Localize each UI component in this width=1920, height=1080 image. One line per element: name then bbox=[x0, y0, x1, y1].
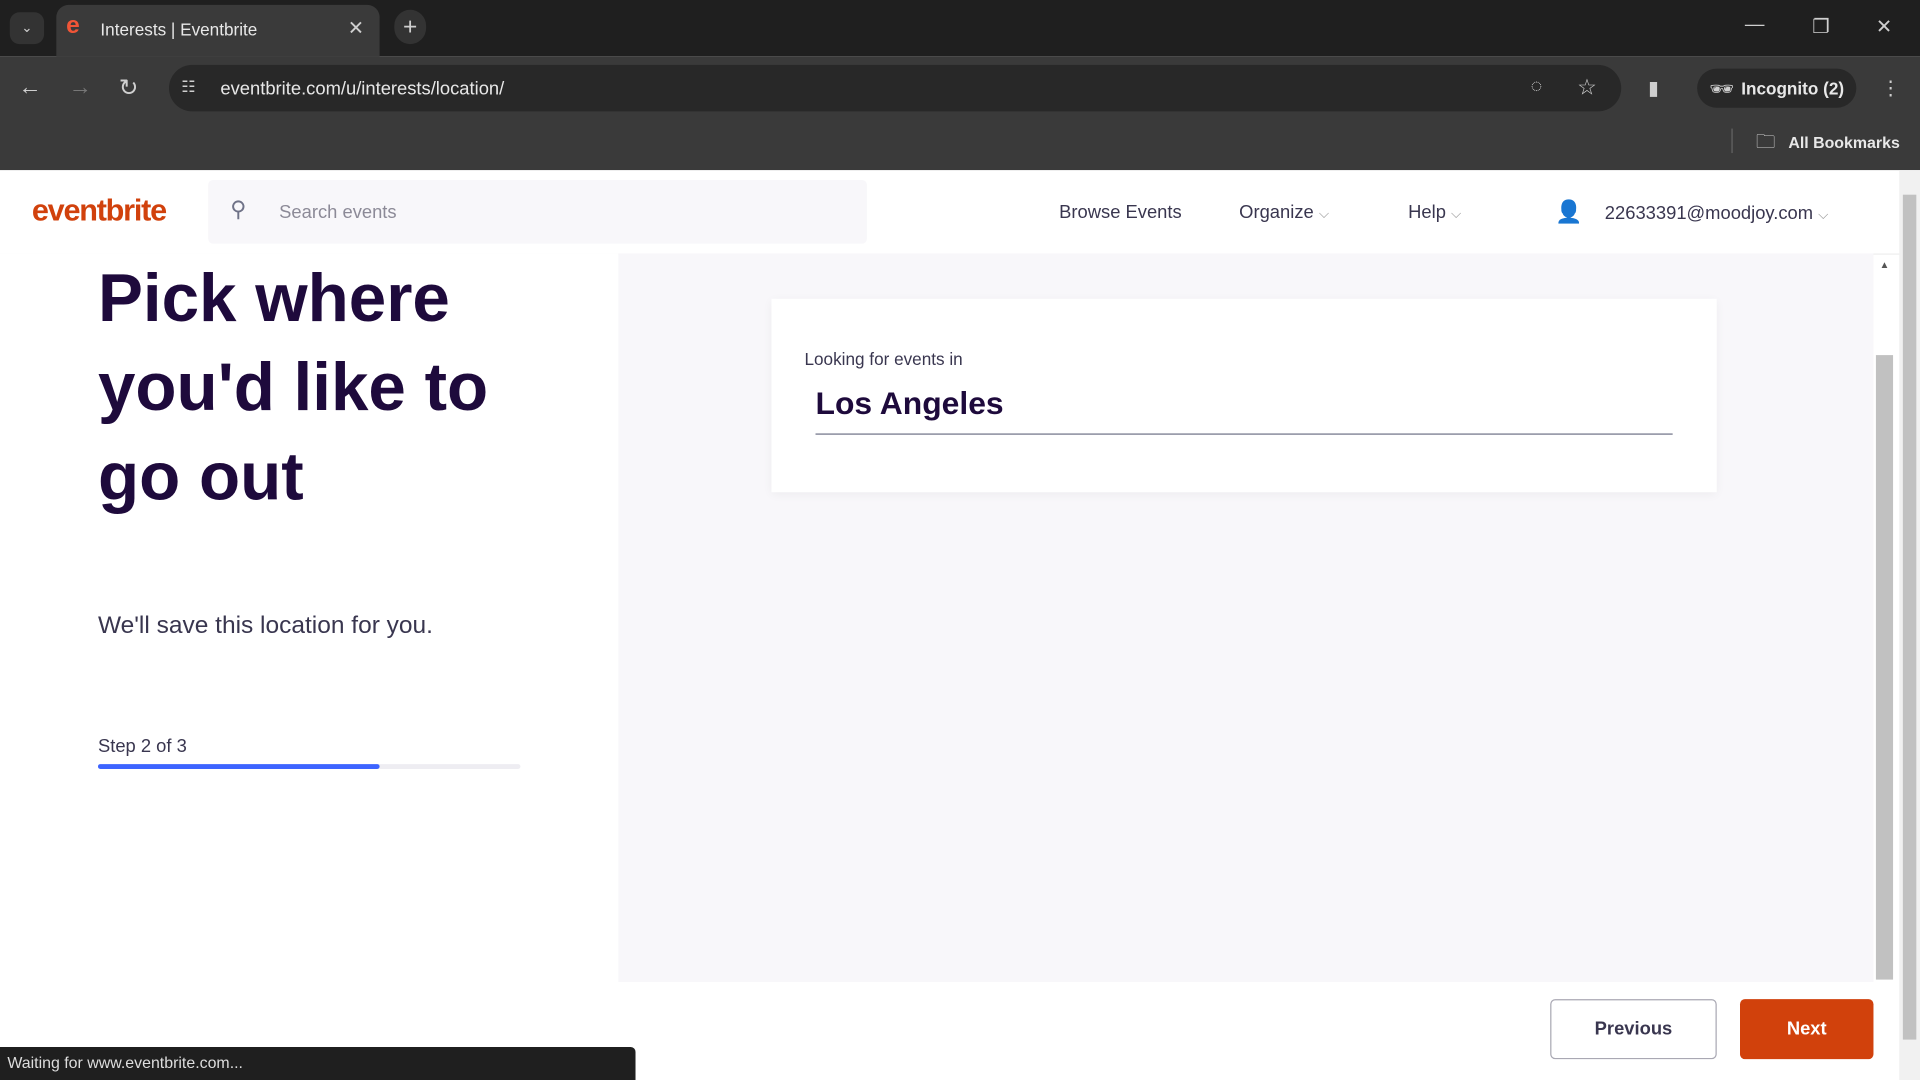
folder-icon: 🗀 bbox=[1755, 132, 1776, 154]
title-line: Pick where bbox=[97, 259, 450, 336]
eye-off-icon[interactable]: ◌ bbox=[1531, 76, 1543, 98]
nav-help[interactable]: Help ⌵ bbox=[1408, 202, 1461, 223]
nav-label: Help bbox=[1408, 202, 1446, 223]
step-label: Step 2 of 3 bbox=[97, 735, 187, 757]
left-panel: Pick where you'd like to go out We'll sa… bbox=[0, 253, 619, 1080]
menu-icon[interactable]: ⋮ bbox=[1881, 76, 1901, 100]
close-tab-icon[interactable]: ✕ bbox=[348, 16, 364, 40]
profile-label: Incognito (2) bbox=[1741, 78, 1845, 98]
page-title: Pick where you'd like to go out bbox=[98, 253, 488, 521]
forward-icon[interactable]: → bbox=[69, 75, 92, 102]
location-card: Looking for events in Los Angeles bbox=[771, 298, 1717, 493]
tab-search-button[interactable]: ⌄ bbox=[9, 12, 45, 45]
minimize-icon[interactable]: — bbox=[1745, 15, 1765, 37]
previous-button[interactable]: Previous bbox=[1550, 999, 1717, 1060]
inner-scrollbar[interactable]: ▲ bbox=[1875, 260, 1895, 982]
search-input[interactable]: ⚲ Search events bbox=[208, 180, 867, 244]
chevron-down-icon: ⌵ bbox=[1451, 206, 1462, 222]
chevron-down-icon: ⌵ bbox=[1818, 208, 1829, 223]
close-window-icon[interactable]: ✕ bbox=[1876, 15, 1892, 39]
nav-label: Organize bbox=[1239, 202, 1314, 223]
incognito-icon: 🕶 bbox=[1709, 79, 1735, 101]
eventbrite-favicon-icon: e bbox=[66, 12, 80, 40]
incognito-badge[interactable]: 🕶 Incognito (2) bbox=[1697, 68, 1857, 108]
location-value: Los Angeles bbox=[815, 384, 1004, 422]
title-line: you'd like to bbox=[97, 348, 489, 425]
new-tab-button[interactable]: + bbox=[394, 9, 427, 45]
side-panel-icon[interactable]: ▮ bbox=[1648, 76, 1659, 100]
eventbrite-logo[interactable]: eventbrite bbox=[32, 193, 167, 229]
star-icon[interactable]: ☆ bbox=[1577, 75, 1597, 101]
progress-bar bbox=[97, 764, 521, 769]
reload-icon[interactable]: ↻ bbox=[119, 75, 138, 103]
nav-browse-events[interactable]: Browse Events bbox=[1059, 202, 1182, 223]
scroll-thumb[interactable] bbox=[1875, 355, 1894, 980]
location-input[interactable]: Los Angeles bbox=[815, 384, 1673, 435]
progress-fill bbox=[97, 764, 380, 769]
tab-title: Interests | Eventbrite bbox=[100, 19, 258, 40]
scroll-up-icon[interactable]: ▲ bbox=[1880, 260, 1890, 271]
search-icon: ⚲ bbox=[230, 197, 247, 222]
nav-organize[interactable]: Organize ⌵ bbox=[1239, 202, 1329, 223]
title-line: go out bbox=[97, 438, 304, 515]
all-bookmarks[interactable]: 🗀 All Bookmarks bbox=[1756, 129, 1900, 162]
subtitle: We'll save this location for you. bbox=[97, 612, 433, 640]
user-icon: 👤 bbox=[1555, 199, 1583, 225]
url-text: eventbrite.com/u/interests/location/ bbox=[220, 78, 505, 100]
scroll-thumb[interactable] bbox=[1902, 194, 1917, 1040]
back-icon[interactable]: ← bbox=[18, 75, 41, 102]
divider bbox=[1731, 128, 1733, 154]
restore-icon[interactable]: ❐ bbox=[1812, 15, 1830, 39]
search-placeholder: Search events bbox=[279, 202, 397, 223]
site-settings-icon[interactable]: ☷ bbox=[181, 77, 195, 97]
status-bar: Waiting for www.eventbrite.com... bbox=[0, 1046, 636, 1080]
next-button[interactable]: Next bbox=[1740, 999, 1874, 1060]
chevron-down-icon: ⌵ bbox=[1318, 206, 1330, 222]
location-label: Looking for events in bbox=[804, 348, 963, 369]
page-scrollbar[interactable] bbox=[1899, 170, 1920, 1080]
bookmarks-label: All Bookmarks bbox=[1788, 133, 1900, 152]
address-bar[interactable]: ☷ eventbrite.com/u/interests/location/ ◌… bbox=[168, 64, 1622, 112]
browser-tab[interactable]: e Interests | Eventbrite ✕ bbox=[56, 4, 380, 57]
account-menu[interactable]: 👤 22633391@moodjoy.com ⌵ bbox=[1555, 200, 1828, 226]
account-email: 22633391@moodjoy.com bbox=[1604, 203, 1814, 225]
